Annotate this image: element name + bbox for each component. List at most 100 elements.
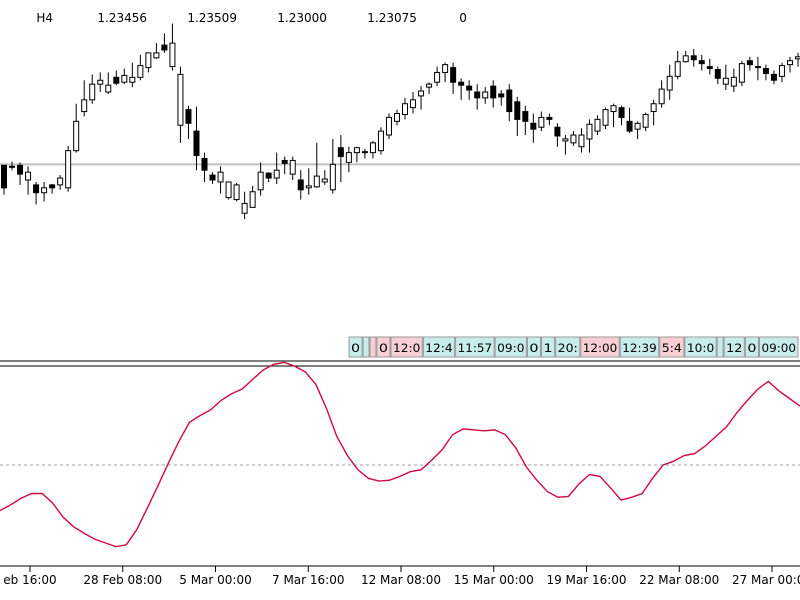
trade-tag: 1 (541, 336, 556, 358)
header-volume: 0 (459, 11, 467, 25)
candle-body-up (778, 65, 785, 77)
candle (217, 166, 224, 194)
trade-tag-label: 09:0 (497, 341, 524, 355)
candle (321, 170, 328, 185)
trade-tag (369, 336, 377, 358)
candle (1, 164, 7, 195)
candle (442, 62, 449, 83)
candle (377, 127, 384, 155)
candle-body-up (241, 202, 248, 214)
candle (770, 70, 777, 85)
candle-body-up (217, 171, 224, 183)
trade-tag: 12:39 (619, 336, 660, 358)
candle (129, 62, 136, 88)
candle (634, 121, 641, 139)
candle (546, 113, 553, 126)
trade-tag: 5:4 (659, 336, 685, 358)
candle-body-down (514, 101, 521, 120)
candle (49, 183, 56, 194)
candle (265, 172, 272, 182)
candle (289, 156, 296, 180)
candle-body-down (770, 73, 777, 81)
candle-body-up (273, 169, 280, 179)
candle-body-up (674, 61, 681, 77)
trade-tag: 12:4 (422, 336, 456, 358)
candle-body-up (345, 152, 352, 163)
candle (193, 106, 200, 171)
candle (225, 181, 232, 200)
candle (474, 84, 481, 110)
trade-tag: 0 (348, 336, 363, 358)
candle (682, 50, 689, 63)
candle (466, 80, 473, 100)
trade-tag-label: 0 (529, 341, 538, 355)
candle-body-up (313, 175, 320, 188)
candle (297, 170, 304, 200)
candle-body-down (554, 126, 561, 137)
trade-tag-label: 12 (726, 341, 742, 355)
trade-tags: 0 0 12:0 12:4 11:57 09:0 0 1 20: 12:00 12:39 5:4 10:… (348, 336, 799, 358)
candle (177, 66, 184, 143)
candle-body-down (746, 60, 753, 66)
candle (257, 162, 264, 196)
candle (778, 62, 785, 83)
candle-body-up (722, 77, 729, 85)
candle-body-down (193, 130, 200, 157)
chart-canvas[interactable]: 0 0 12:0 12:4 11:57 09:0 0 1 20: 12:00 12:39 5:4 10:… (0, 0, 800, 600)
candle (353, 146, 360, 163)
indicator-panel[interactable] (0, 361, 800, 548)
candle-body-down (626, 120, 633, 132)
candle (530, 113, 537, 143)
candle-body-up (129, 76, 136, 83)
candle-body-down (490, 85, 497, 99)
trade-tag: 09:0 (494, 336, 527, 358)
candle-body-up (795, 56, 800, 60)
candle (690, 48, 697, 67)
candle-body-down (690, 55, 697, 61)
candle (602, 107, 609, 130)
trade-tag: 12 (723, 336, 745, 358)
candle-body-up (169, 42, 176, 68)
candle (594, 115, 601, 136)
candle (81, 80, 88, 117)
candle (9, 161, 16, 171)
candle (402, 97, 409, 120)
trade-tag: 10:0 (684, 336, 717, 358)
candle (578, 128, 585, 153)
candle-body-up (666, 75, 673, 91)
candle-body-up (249, 191, 256, 208)
candle (121, 68, 128, 85)
candle (562, 135, 569, 155)
trade-tag-label: 0 (747, 341, 756, 355)
candle-body-down (265, 172, 272, 179)
candle (714, 66, 721, 85)
candle-body-up (602, 109, 609, 126)
candle-body-down (546, 116, 553, 120)
candle-body-up (257, 171, 264, 191)
candle (65, 145, 72, 192)
trade-tag: 0 (376, 336, 391, 358)
candle-body-up (642, 113, 649, 128)
candle (73, 103, 80, 153)
candle-body-up (89, 83, 96, 101)
price-panel[interactable]: 0 0 12:0 12:4 11:57 09:0 0 1 20: 12:00 12:39 5:4 10:… (0, 11, 800, 358)
trade-tag: 20: (555, 336, 581, 358)
trade-tag: 12:00 (580, 336, 620, 358)
candle-body-down (706, 66, 713, 70)
trade-tag-label: 5:4 (662, 341, 682, 355)
candle-body-down (161, 44, 168, 51)
candle (642, 112, 649, 132)
candle-body-down (498, 93, 505, 98)
candle (610, 103, 617, 128)
indicator-line (0, 361, 800, 548)
time-label: 19 Mar 16:00 (546, 573, 626, 587)
candle-body-up (594, 118, 601, 132)
trade-tag: 09:00 (758, 336, 799, 358)
candle (618, 105, 625, 126)
candle (626, 107, 633, 134)
candle (33, 181, 40, 205)
candle (410, 92, 417, 114)
candle-body-up (610, 105, 617, 113)
candle-body-up (73, 120, 80, 152)
candle-body-up (145, 52, 152, 69)
